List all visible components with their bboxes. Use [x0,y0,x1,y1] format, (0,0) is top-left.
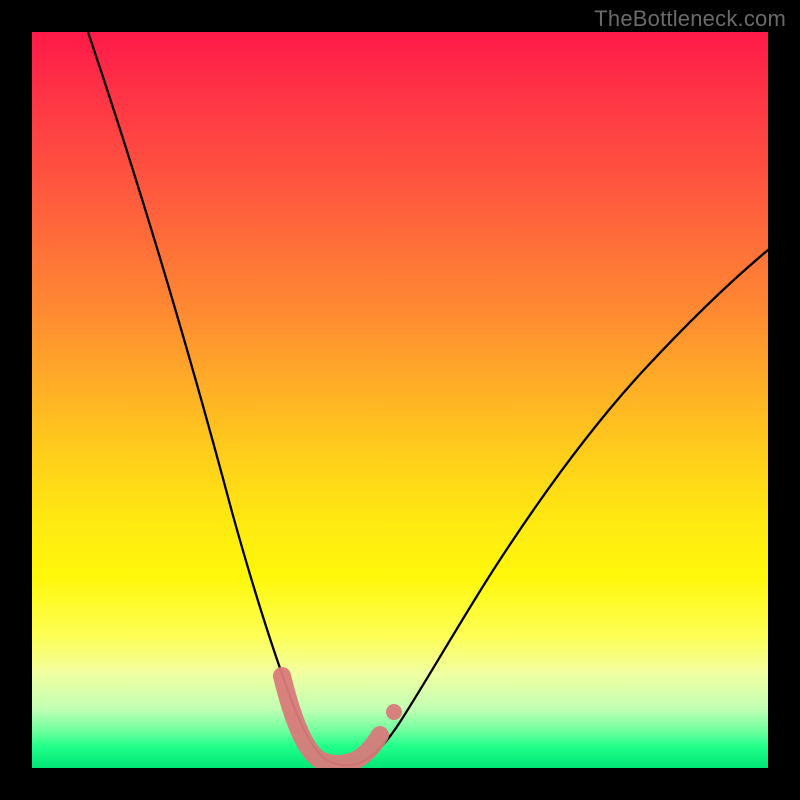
chart-svg [32,32,768,768]
chart-plot-area [32,32,768,768]
chart-frame: TheBottleneck.com [0,0,800,800]
optimal-range-end-dot [386,704,402,720]
bottleneck-curve [88,32,768,765]
optimal-range-marker [282,676,380,764]
watermark-text: TheBottleneck.com [594,6,786,32]
